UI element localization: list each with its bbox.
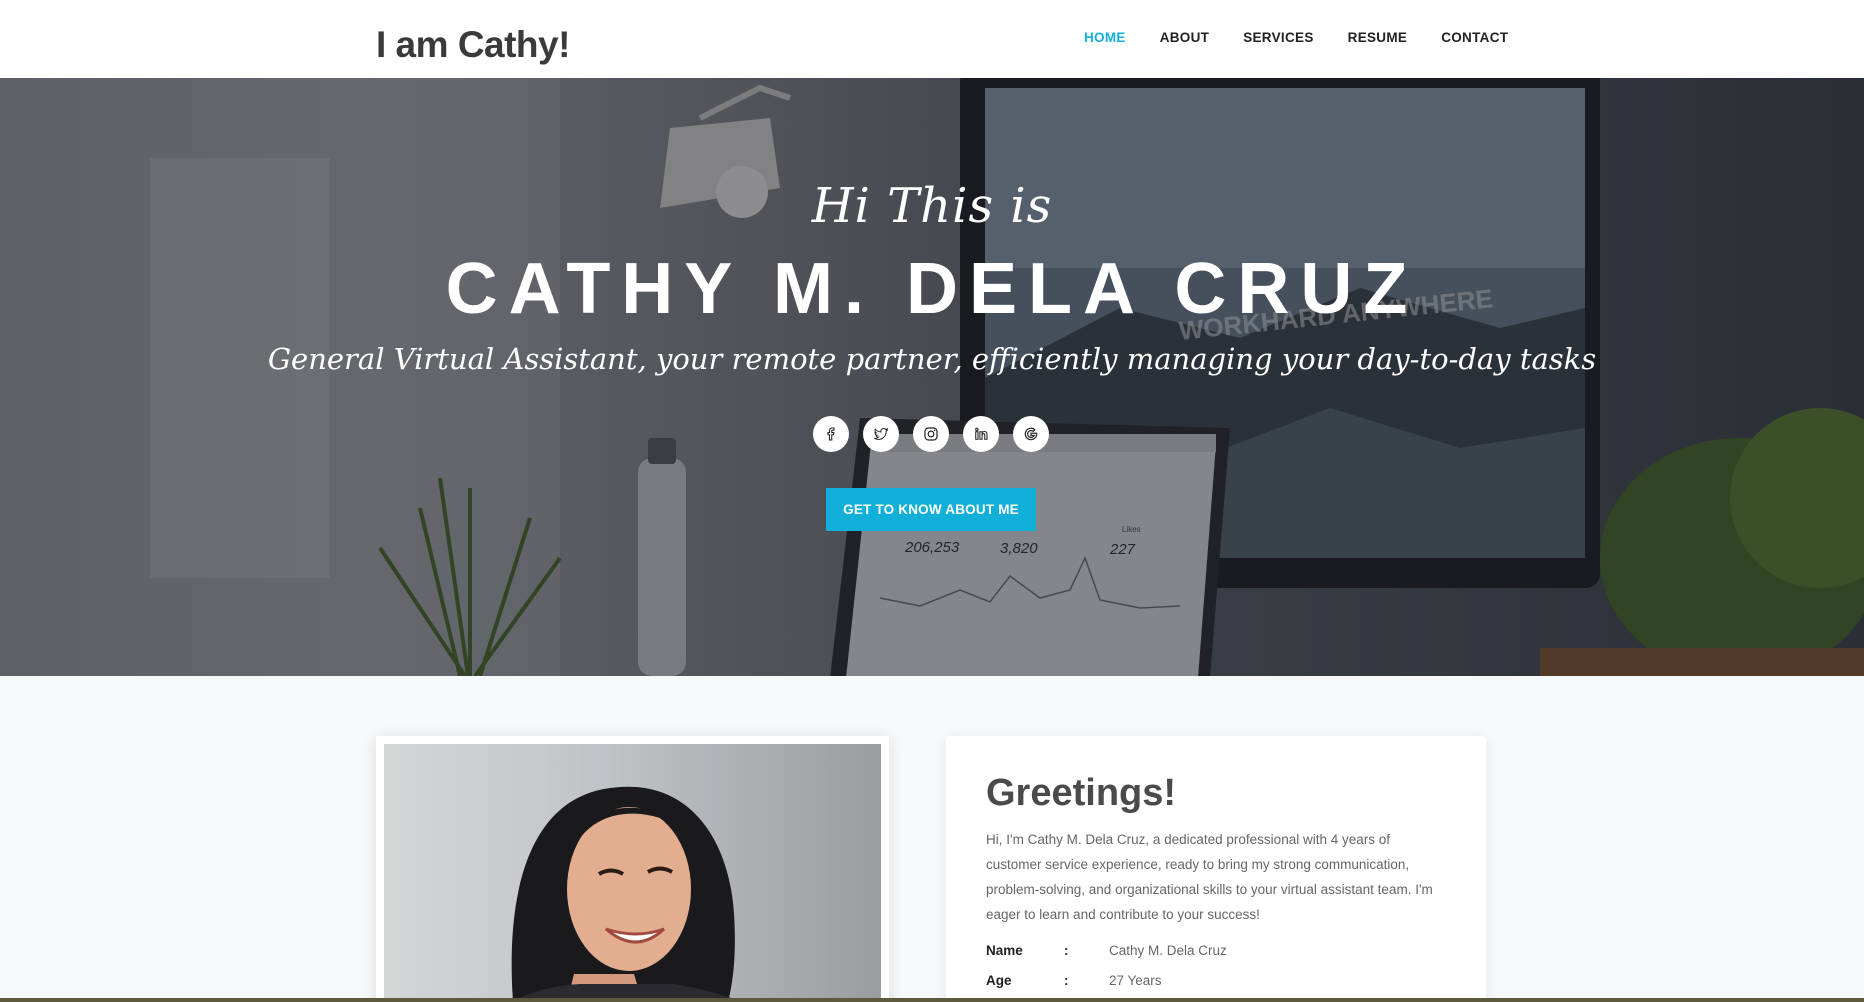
detail-label: Age bbox=[986, 973, 1012, 988]
detail-row-name: Name : Cathy M. Dela Cruz bbox=[986, 941, 1446, 961]
hero-section: WORKHARD ANYWHERE 206,253 3,820 Likes 22… bbox=[0, 78, 1864, 676]
nav-about[interactable]: ABOUT bbox=[1160, 30, 1210, 45]
linkedin-icon[interactable] bbox=[963, 416, 999, 452]
nav-contact[interactable]: CONTACT bbox=[1441, 30, 1508, 45]
hero-content: Hi This is CATHY M. DELA CRUZ General Vi… bbox=[0, 78, 1864, 676]
nav-services[interactable]: SERVICES bbox=[1243, 30, 1313, 45]
hero-name: CATHY M. DELA CRUZ bbox=[445, 249, 1419, 329]
navbar: I am Cathy! HOME ABOUT SERVICES RESUME C… bbox=[0, 0, 1864, 78]
twitter-icon[interactable] bbox=[863, 416, 899, 452]
profile-portrait-image bbox=[511, 786, 742, 1002]
nav-home[interactable]: HOME bbox=[1084, 30, 1126, 45]
about-title: Greetings! bbox=[986, 772, 1177, 814]
detail-value: Cathy M. Dela Cruz bbox=[1109, 943, 1227, 958]
get-to-know-button[interactable]: GET TO KNOW ABOUT ME bbox=[826, 488, 1036, 531]
bottom-edge-bar bbox=[0, 998, 1864, 1002]
about-card: Greetings! Hi, I'm Cathy M. Dela Cruz, a… bbox=[946, 736, 1486, 1002]
detail-colon: : bbox=[1064, 943, 1069, 958]
social-links bbox=[813, 416, 1049, 452]
facebook-icon[interactable] bbox=[813, 416, 849, 452]
hero-tagline: General Virtual Assistant, your remote p… bbox=[267, 342, 1597, 376]
brand-logo[interactable]: I am Cathy! bbox=[376, 24, 570, 66]
nav-menu: HOME ABOUT SERVICES RESUME CONTACT bbox=[1084, 30, 1508, 45]
detail-row-age: Age : 27 Years bbox=[986, 971, 1446, 991]
detail-value: 27 Years bbox=[1109, 973, 1162, 988]
nav-resume[interactable]: RESUME bbox=[1348, 30, 1408, 45]
detail-label: Name bbox=[986, 943, 1023, 958]
instagram-icon[interactable] bbox=[913, 416, 949, 452]
google-icon[interactable] bbox=[1013, 416, 1049, 452]
profile-photo-card bbox=[376, 736, 889, 1002]
about-intro: Hi, I'm Cathy M. Dela Cruz, a dedicated … bbox=[986, 832, 1433, 922]
detail-colon: : bbox=[1064, 973, 1069, 988]
profile-photo bbox=[384, 744, 881, 1002]
hero-greeting: Hi This is bbox=[811, 178, 1053, 234]
